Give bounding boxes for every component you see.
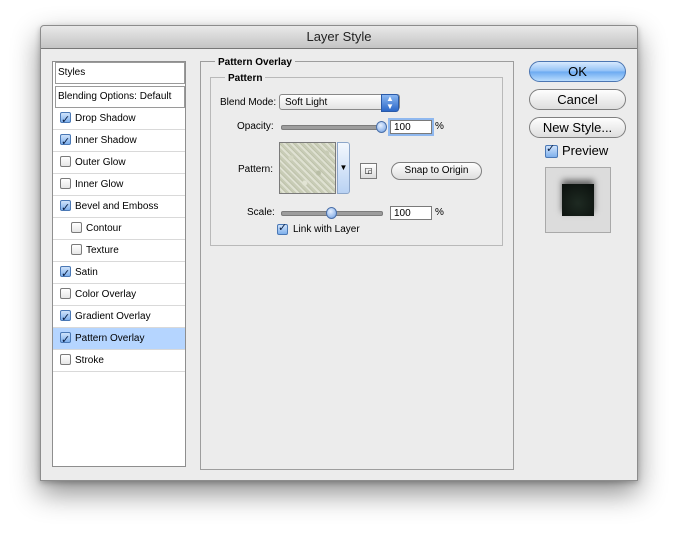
sidebar-item-label: Gradient Overlay bbox=[75, 311, 151, 322]
opacity-slider[interactable] bbox=[281, 125, 383, 130]
select-arrows-icon: ▲ ▼ bbox=[381, 94, 399, 112]
sidebar-item-pattern-overlay[interactable]: Pattern Overlay bbox=[53, 328, 185, 351]
group-title: Pattern bbox=[225, 73, 266, 84]
inner-shadow-checkbox[interactable] bbox=[60, 131, 71, 153]
opacity-unit: % bbox=[435, 121, 444, 132]
ok-button[interactable]: OK bbox=[529, 61, 626, 82]
pattern-label: Pattern: bbox=[238, 164, 274, 175]
sidebar-item-label: Bevel and Emboss bbox=[75, 201, 159, 212]
scale-input[interactable]: 100 bbox=[390, 206, 432, 220]
sidebar-item-label: Pattern Overlay bbox=[75, 333, 145, 344]
color-overlay-checkbox[interactable] bbox=[60, 287, 71, 299]
styles-list: Styles Blending Options: Default Drop Sh… bbox=[52, 61, 186, 467]
styles-header[interactable]: Styles bbox=[55, 62, 185, 84]
blend-mode-label: Blend Mode: bbox=[220, 97, 277, 108]
sidebar-item-label: Drop Shadow bbox=[75, 113, 136, 124]
sidebar-item-label: Satin bbox=[75, 267, 98, 278]
sidebar-item-label: Contour bbox=[86, 223, 122, 234]
blend-mode-value: Soft Light bbox=[285, 97, 328, 108]
style-preview bbox=[545, 167, 611, 233]
preview-thumbnail bbox=[562, 184, 594, 216]
sidebar-item-inner-shadow[interactable]: Inner Shadow bbox=[53, 130, 185, 153]
sidebar-item-bevel-and-emboss[interactable]: Bevel and Emboss bbox=[53, 196, 185, 219]
snap-to-origin-button[interactable]: Snap to Origin bbox=[391, 162, 482, 180]
sidebar-item-contour[interactable]: Contour bbox=[53, 218, 185, 240]
preview-checkbox[interactable] bbox=[545, 142, 558, 158]
opacity-input[interactable]: 100 bbox=[390, 120, 432, 134]
sidebar-item-label: Inner Shadow bbox=[75, 135, 137, 146]
sidebar-item-gradient-overlay[interactable]: Gradient Overlay bbox=[53, 306, 185, 329]
drop-shadow-checkbox[interactable] bbox=[60, 109, 71, 131]
sidebar-item-label: Stroke bbox=[75, 355, 104, 366]
scale-unit: % bbox=[435, 207, 444, 218]
opacity-slider-thumb[interactable] bbox=[376, 121, 387, 133]
scale-label: Scale: bbox=[247, 207, 275, 218]
bevel-and-emboss-checkbox[interactable] bbox=[60, 197, 71, 219]
pattern-swatch[interactable] bbox=[279, 142, 336, 194]
sidebar-item-label: Outer Glow bbox=[75, 157, 126, 168]
layer-style-dialog: Layer Style Styles Blending Options: Def… bbox=[40, 25, 638, 481]
sidebar-item-label: Inner Glow bbox=[75, 179, 124, 190]
section-title: Pattern Overlay bbox=[215, 57, 295, 68]
sidebar-item-satin[interactable]: Satin bbox=[53, 262, 185, 285]
stroke-checkbox[interactable] bbox=[60, 353, 71, 365]
scale-slider-thumb[interactable] bbox=[326, 207, 337, 219]
cancel-button[interactable]: Cancel bbox=[529, 89, 626, 110]
texture-checkbox[interactable] bbox=[71, 243, 82, 255]
link-with-layer-checkbox[interactable] bbox=[277, 221, 288, 235]
new-style-button[interactable]: New Style... bbox=[529, 117, 626, 138]
sidebar-item-texture[interactable]: Texture bbox=[53, 240, 185, 262]
sidebar-item-outer-glow[interactable]: Outer Glow bbox=[53, 152, 185, 174]
contour-checkbox[interactable] bbox=[71, 221, 82, 233]
sidebar-item-color-overlay[interactable]: Color Overlay bbox=[53, 284, 185, 306]
sidebar-item-label: Color Overlay bbox=[75, 289, 137, 300]
opacity-label: Opacity: bbox=[237, 121, 274, 132]
blend-mode-select[interactable]: Soft Light ▲ ▼ bbox=[279, 94, 400, 112]
sidebar-item-drop-shadow[interactable]: Drop Shadow bbox=[53, 108, 185, 131]
pattern-overlay-checkbox[interactable] bbox=[60, 329, 71, 351]
blending-options-item[interactable]: Blending Options: Default bbox=[55, 86, 185, 108]
preview-label: Preview bbox=[562, 143, 609, 158]
satin-checkbox[interactable] bbox=[60, 263, 71, 285]
link-with-layer-label: Link with Layer bbox=[293, 224, 360, 235]
gradient-overlay-checkbox[interactable] bbox=[60, 307, 71, 329]
pattern-picker-arrow-icon[interactable]: ▼ bbox=[337, 142, 350, 194]
dialog-title: Layer Style bbox=[41, 26, 637, 49]
sidebar-item-inner-glow[interactable]: Inner Glow bbox=[53, 174, 185, 196]
inner-glow-checkbox[interactable] bbox=[60, 177, 71, 189]
sidebar-item-label: Texture bbox=[86, 245, 119, 256]
new-preset-icon[interactable]: ◲ bbox=[360, 163, 377, 179]
sidebar-item-stroke[interactable]: Stroke bbox=[53, 350, 185, 372]
outer-glow-checkbox[interactable] bbox=[60, 155, 71, 167]
